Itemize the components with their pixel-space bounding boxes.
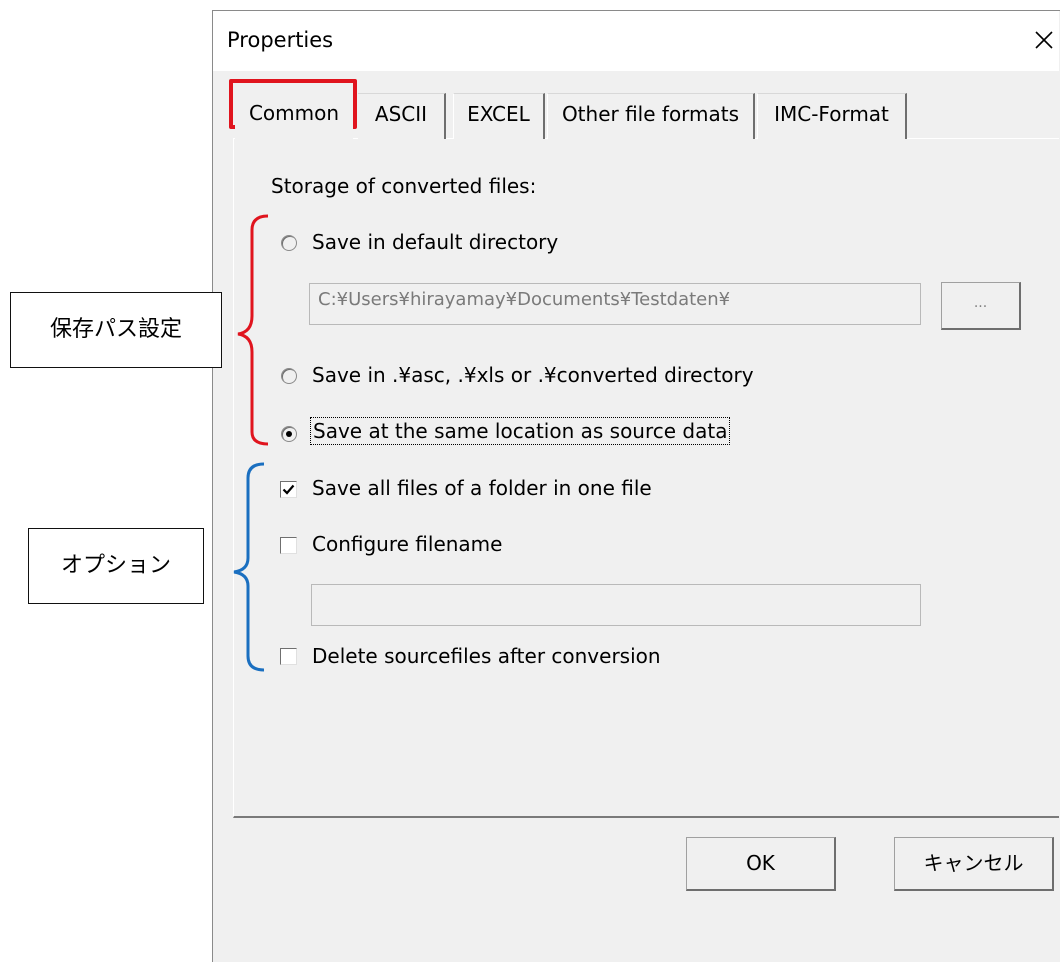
radio-asc-xls-directory[interactable]: [281, 368, 297, 384]
browse-button[interactable]: ...: [941, 282, 1021, 330]
path-setting-callout-label: 保存パス設定: [49, 317, 182, 342]
title-bar: Properties: [213, 11, 1059, 71]
checkbox-delete-sourcefiles[interactable]: [280, 648, 297, 665]
radio-selected-dot: [286, 431, 292, 437]
radio-same-location[interactable]: [281, 426, 297, 442]
radio-default-directory[interactable]: [281, 235, 297, 251]
dialog-title: Properties: [227, 28, 334, 52]
radio-same-location-label[interactable]: Save at the same location as source data: [310, 417, 731, 445]
radio-default-directory-label[interactable]: Save in default directory: [312, 230, 558, 254]
checkbox-save-all-in-one-label[interactable]: Save all files of a folder in one file: [312, 476, 652, 500]
tab-excel-label: EXCEL: [467, 102, 530, 126]
checkbox-save-all-in-one[interactable]: [280, 481, 297, 498]
path-setting-bracket: [237, 214, 269, 446]
filename-field[interactable]: [311, 584, 921, 626]
checkbox-configure-filename[interactable]: [280, 537, 297, 554]
default-directory-field[interactable]: C:¥Users¥hirayamay¥Documents¥Testdaten¥: [309, 283, 921, 325]
options-callout: オプション: [28, 528, 204, 604]
checkbox-delete-sourcefiles-label[interactable]: Delete sourcefiles after conversion: [312, 644, 661, 668]
tab-other-file-formats-label: Other file formats: [561, 102, 740, 126]
tab-ascii[interactable]: ASCII: [358, 93, 446, 139]
tab-excel[interactable]: EXCEL: [453, 93, 545, 139]
tab-common-label: Common: [248, 101, 340, 125]
options-callout-label: オプション: [60, 553, 171, 578]
ok-button[interactable]: OK: [686, 837, 836, 891]
checkbox-configure-filename-label[interactable]: Configure filename: [312, 532, 502, 556]
tab-other-file-formats[interactable]: Other file formats: [547, 93, 755, 139]
path-setting-callout: 保存パス設定: [10, 292, 222, 368]
cancel-button[interactable]: キャンセル: [894, 837, 1054, 891]
options-bracket: [233, 462, 265, 672]
ok-button-label: OK: [746, 851, 775, 875]
tab-ascii-label: ASCII: [374, 102, 428, 126]
checkmark-icon: [282, 484, 295, 495]
close-icon[interactable]: [1031, 27, 1057, 53]
tab-imc-format-label: IMC-Format: [774, 102, 889, 126]
radio-asc-xls-directory-label[interactable]: Save in .¥asc, .¥xls or .¥converted dire…: [312, 363, 754, 387]
tab-common[interactable]: Common: [235, 89, 353, 141]
storage-heading: Storage of converted files:: [271, 174, 537, 198]
browse-button-label: ...: [973, 295, 988, 311]
cancel-button-label: キャンセル: [923, 851, 1024, 875]
properties-dialog: Properties Common ASCII EXCEL Other file…: [212, 10, 1060, 962]
tab-imc-format[interactable]: IMC-Format: [757, 93, 907, 139]
